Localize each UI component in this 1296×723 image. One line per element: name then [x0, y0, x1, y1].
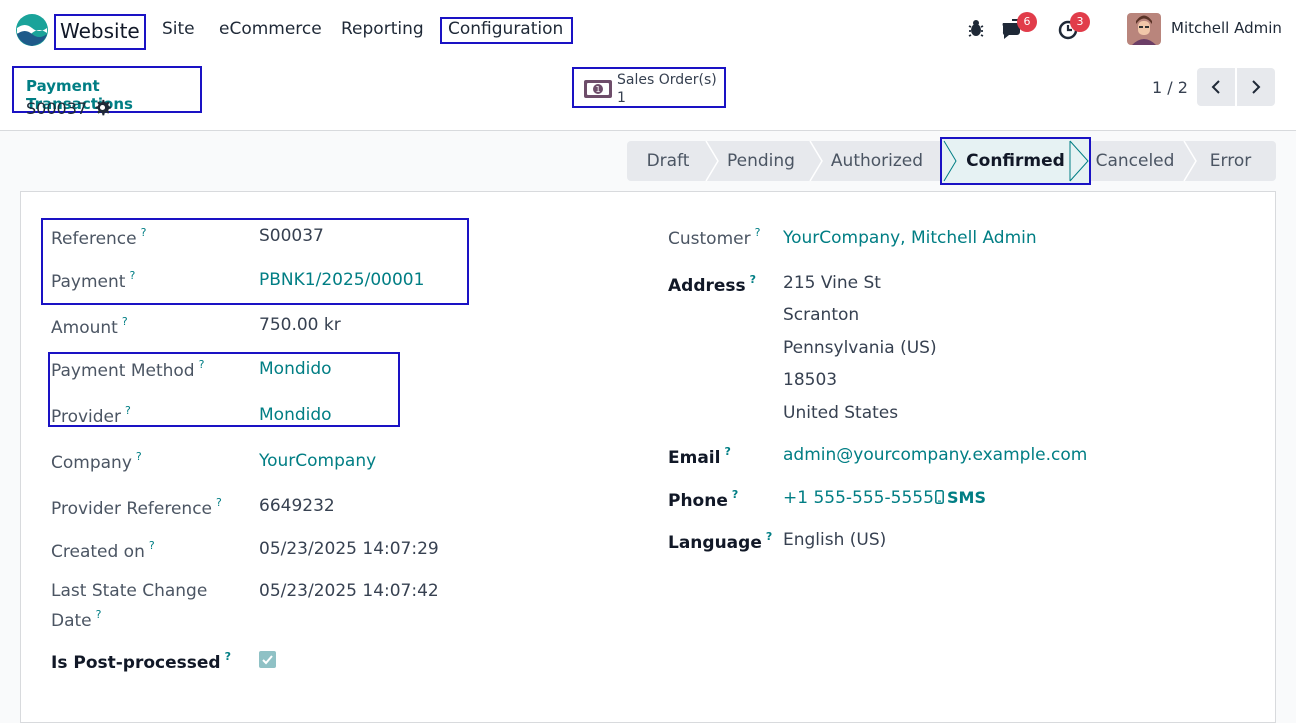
help-icon[interactable]: ?: [136, 450, 142, 463]
check-icon: [262, 655, 273, 665]
app-logo-icon[interactable]: [15, 13, 49, 47]
reference-label: Reference?: [51, 226, 147, 249]
payment-link[interactable]: PBNK1/2025/00001: [259, 270, 424, 290]
help-icon[interactable]: ?: [225, 650, 231, 663]
help-icon[interactable]: ?: [96, 608, 102, 621]
help-icon[interactable]: ?: [750, 273, 756, 286]
status-bar: Draft Pending Authorized Canceled Error …: [627, 137, 1276, 185]
stage-separator: [809, 141, 823, 181]
stage-confirmed-active[interactable]: Confirmed: [940, 137, 1091, 185]
help-icon[interactable]: ?: [122, 315, 128, 328]
company-label: Company?: [51, 450, 142, 473]
form-sheet: Reference? S00037 Payment? PBNK1/2025/00…: [20, 191, 1276, 723]
payment-method-link[interactable]: Mondido: [259, 359, 332, 379]
menu-configuration[interactable]: Configuration: [440, 17, 573, 44]
smart-button-value: 1: [617, 90, 626, 106]
pager-previous-button[interactable]: [1197, 68, 1235, 106]
breadcrumb-current: S00037: [26, 99, 88, 118]
provider-reference-value: 6649232: [259, 496, 335, 516]
chevron-left-icon: [1211, 80, 1220, 94]
help-icon[interactable]: ?: [199, 358, 205, 371]
sms-button[interactable]: SMS: [935, 488, 986, 507]
customer-label: Customer?: [668, 226, 761, 249]
created-on-label: Created on?: [51, 539, 155, 562]
is-post-processed-checkbox: [259, 651, 276, 668]
last-state-change-label-line2: Date?: [51, 608, 102, 631]
last-state-change-value: 05/23/2025 14:07:42: [259, 581, 439, 601]
provider-label: Provider?: [51, 404, 131, 427]
messages-count-badge: 6: [1017, 12, 1037, 32]
phone-link[interactable]: +1 555-555-5555: [783, 488, 934, 508]
sales-orders-smart-button[interactable]: 1 Sales Order(s) 1: [572, 67, 726, 108]
help-icon[interactable]: ?: [216, 496, 222, 509]
gear-icon[interactable]: [94, 99, 112, 116]
mobile-phone-icon: [935, 490, 944, 504]
top-navbar: Website Site eCommerce Reporting Configu…: [0, 0, 1296, 58]
smart-button-label: Sales Order(s): [617, 72, 717, 88]
svg-text:1: 1: [595, 85, 600, 94]
language-label: Language?: [668, 530, 773, 553]
help-icon[interactable]: ?: [724, 445, 730, 458]
chevron-right-icon: [1252, 80, 1261, 94]
money-bill-icon: 1: [584, 80, 612, 98]
stage-error[interactable]: Error: [1185, 141, 1276, 181]
sms-label: SMS: [947, 488, 986, 507]
email-link[interactable]: admin@yourcompany.example.com: [783, 445, 1087, 465]
help-icon[interactable]: ?: [732, 488, 738, 501]
payment-method-label: Payment Method?: [51, 358, 205, 381]
menu-site[interactable]: Site: [162, 18, 195, 40]
stage-pending[interactable]: Pending: [709, 141, 813, 181]
menu-reporting[interactable]: Reporting: [341, 18, 424, 40]
help-icon[interactable]: ?: [125, 404, 131, 417]
payment-label: Payment?: [51, 269, 136, 292]
stage-separator: [705, 141, 719, 181]
help-icon[interactable]: ?: [129, 269, 135, 282]
pager-next-button[interactable]: [1237, 68, 1275, 106]
app-name-website[interactable]: Website: [54, 14, 146, 50]
amount-value: 750.00 kr: [259, 315, 341, 335]
debug-bug-icon[interactable]: [963, 14, 993, 44]
stage-canceled[interactable]: Canceled: [1085, 141, 1185, 181]
address-label: Address?: [668, 273, 757, 296]
address-zip: 18503: [783, 370, 838, 390]
address-street: 215 Vine St: [783, 273, 881, 293]
stage-authorized[interactable]: Authorized: [813, 141, 941, 181]
address-country: United States: [783, 403, 899, 423]
stage-draft[interactable]: Draft: [627, 141, 709, 181]
phone-label: Phone?: [668, 488, 739, 511]
help-icon[interactable]: ?: [766, 530, 772, 543]
user-avatar[interactable]: [1127, 13, 1161, 45]
reference-value: S00037: [259, 226, 324, 246]
stage-confirmed-label: Confirmed: [966, 151, 1065, 171]
user-name[interactable]: Mitchell Admin: [1171, 19, 1282, 37]
help-icon[interactable]: ?: [149, 539, 155, 552]
breadcrumb: Payment Transactions S00037: [12, 66, 202, 118]
amount-label: Amount?: [51, 315, 128, 338]
created-on-value: 05/23/2025 14:07:29: [259, 539, 439, 559]
company-link[interactable]: YourCompany: [259, 451, 376, 471]
language-value: English (US): [783, 530, 887, 550]
provider-link[interactable]: Mondido: [259, 405, 332, 425]
email-label: Email?: [668, 445, 731, 468]
customer-link[interactable]: YourCompany, Mitchell Admin: [783, 228, 1037, 248]
address-state: Pennsylvania (US): [783, 338, 937, 358]
address-city: Scranton: [783, 305, 860, 325]
is-post-processed-label: Is Post-processed?: [51, 650, 231, 673]
activities-count-badge: 3: [1070, 12, 1090, 32]
provider-reference-label: Provider Reference?: [51, 496, 222, 519]
help-icon[interactable]: ?: [141, 226, 147, 239]
pager-value[interactable]: 1 / 2: [1152, 78, 1188, 97]
stage-separator: [1183, 141, 1197, 181]
last-state-change-label: Last State Change: [51, 581, 208, 601]
menu-ecommerce[interactable]: eCommerce: [219, 18, 322, 40]
control-panel: Payment Transactions S00037 1 Sales Orde…: [0, 58, 1296, 131]
help-icon[interactable]: ?: [755, 226, 761, 239]
